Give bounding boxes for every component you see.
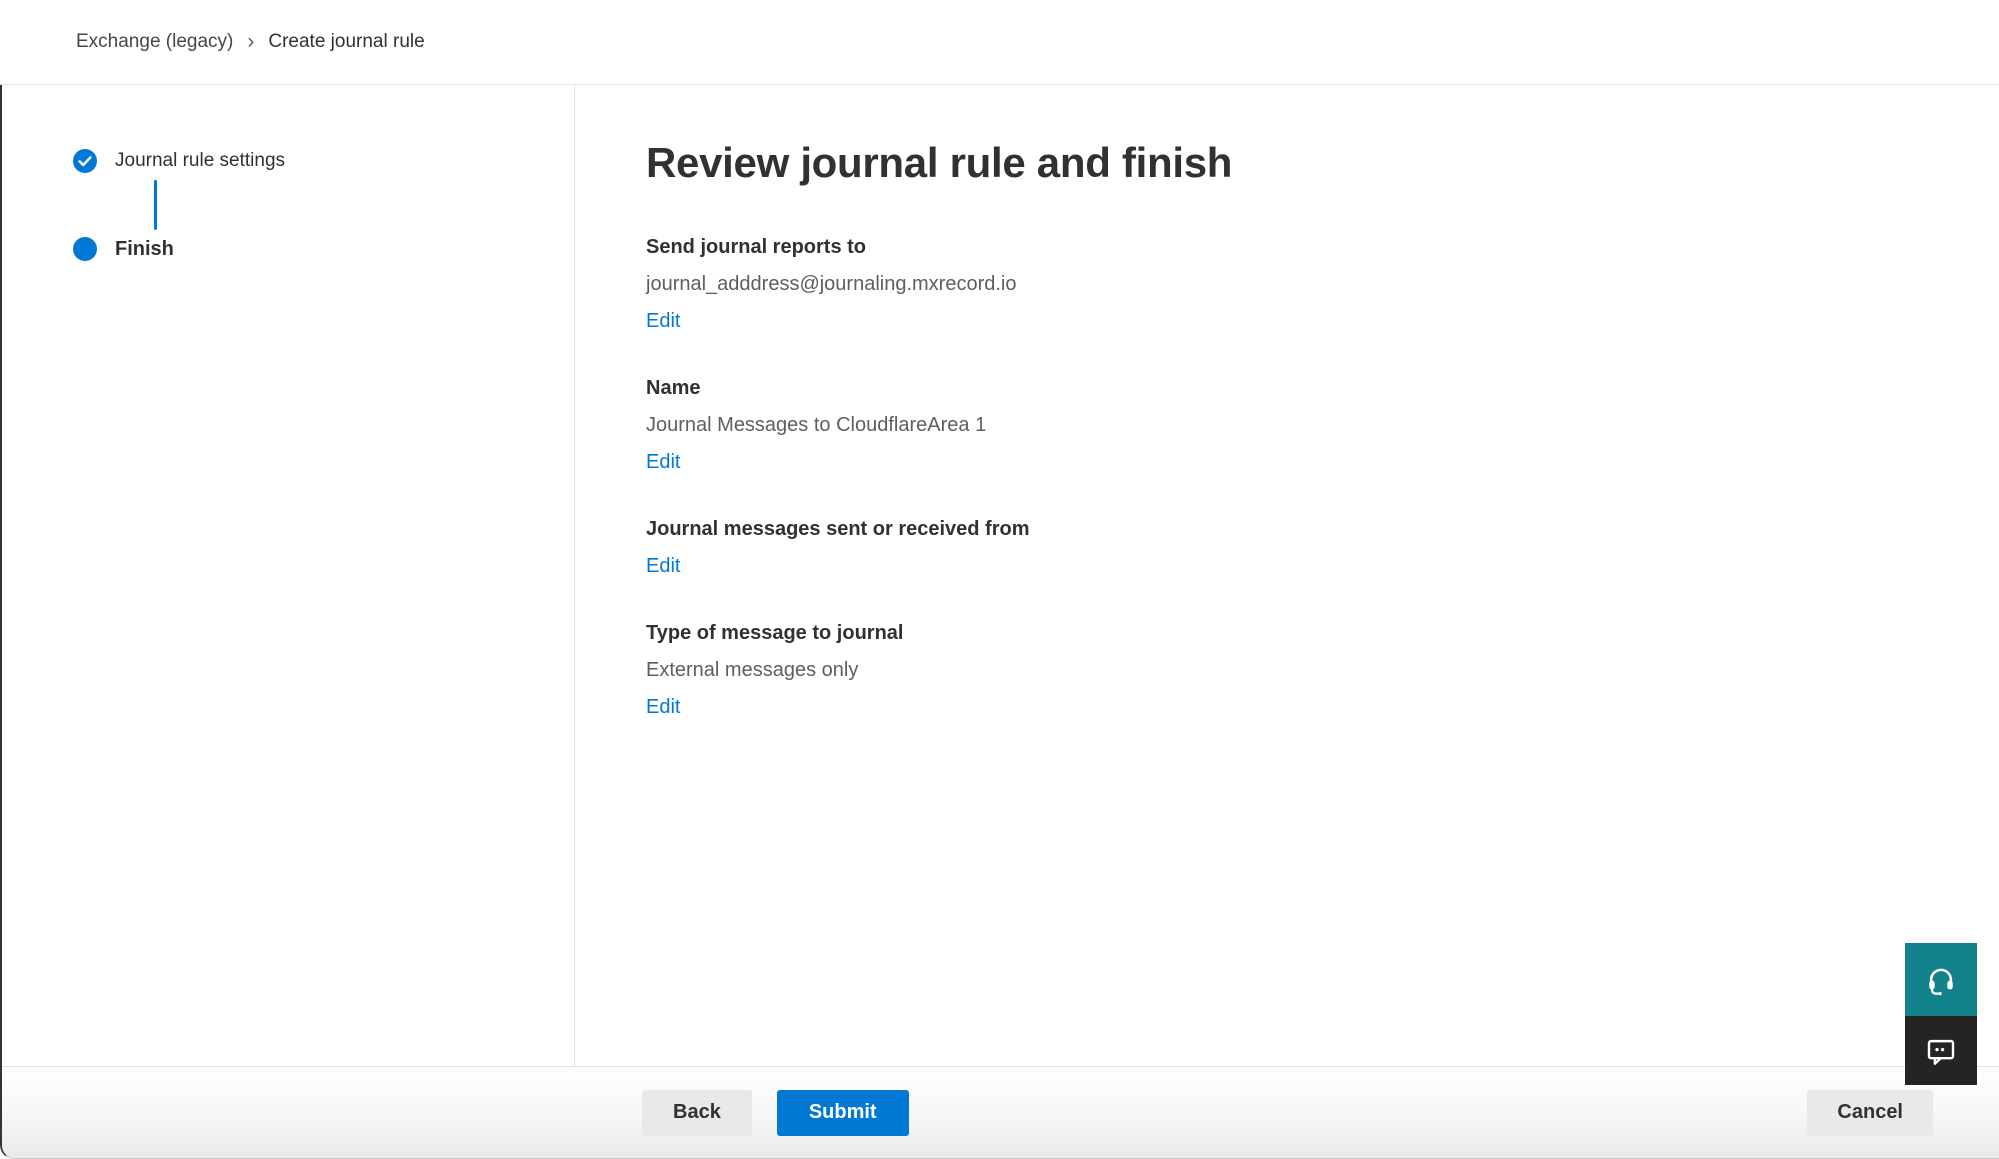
review-section-name: Name Journal Messages to CloudflareArea … — [646, 375, 1999, 476]
footer-action-bar: Back Submit Cancel — [2, 1066, 1999, 1158]
wizard-step-journal-rule-settings[interactable]: Journal rule settings — [72, 148, 574, 174]
footer-left-group: Back Submit — [642, 1090, 909, 1136]
create-journal-rule-page: Exchange (legacy) › Create journal rule … — [0, 0, 1999, 1159]
wizard-sidebar: Journal rule settings Finish — [2, 85, 575, 1066]
review-section-journal-messages-scope: Journal messages sent or received from E… — [646, 516, 1999, 580]
chat-bubble-icon — [1925, 1035, 1957, 1067]
check-circle-icon — [72, 148, 98, 174]
section-value: Journal Messages to CloudflareArea 1 — [646, 412, 1999, 439]
section-value: External messages only — [646, 657, 1999, 684]
submit-button[interactable]: Submit — [777, 1090, 909, 1136]
wizard-step-connector — [154, 180, 157, 230]
back-button[interactable]: Back — [642, 1090, 752, 1136]
review-section-message-type: Type of message to journal External mess… — [646, 620, 1999, 721]
wizard-step-finish[interactable]: Finish — [72, 236, 574, 262]
filled-dot-icon — [72, 236, 98, 262]
section-label: Type of message to journal — [646, 620, 1999, 647]
review-section-send-journal-reports-to: Send journal reports to journal_adddress… — [646, 234, 1999, 335]
page-title: Review journal rule and finish — [646, 137, 1999, 190]
edit-journal-messages-scope-link[interactable]: Edit — [646, 553, 680, 580]
section-value: journal_adddress@journaling.mxrecord.io — [646, 271, 1999, 298]
wizard-step-label: Journal rule settings — [115, 148, 285, 174]
edit-name-link[interactable]: Edit — [646, 449, 680, 476]
edit-message-type-link[interactable]: Edit — [646, 694, 680, 721]
page-content-frame: Journal rule settings Finish Review jour… — [0, 85, 1999, 1159]
section-label: Send journal reports to — [646, 234, 1999, 261]
page-body: Journal rule settings Finish Review jour… — [2, 85, 1999, 1066]
breadcrumb-current: Create journal rule — [268, 31, 424, 53]
feedback-button[interactable] — [1905, 1016, 1977, 1085]
section-label: Name — [646, 375, 1999, 402]
breadcrumb-exchange-legacy-link[interactable]: Exchange (legacy) — [76, 31, 233, 53]
edit-send-journal-reports-link[interactable]: Edit — [646, 308, 680, 335]
wizard-step-label: Finish — [115, 236, 174, 262]
chevron-right-icon: › — [247, 31, 254, 52]
review-pane: Review journal rule and finish Send jour… — [575, 85, 1999, 1066]
floating-help-stack — [1905, 943, 1977, 1085]
headset-icon — [1925, 964, 1957, 996]
page-header: Exchange (legacy) › Create journal rule — [0, 0, 1999, 85]
cancel-button[interactable]: Cancel — [1807, 1090, 1933, 1136]
support-button[interactable] — [1905, 943, 1977, 1016]
breadcrumb: Exchange (legacy) › Create journal rule — [76, 31, 425, 53]
section-label: Journal messages sent or received from — [646, 516, 1999, 543]
